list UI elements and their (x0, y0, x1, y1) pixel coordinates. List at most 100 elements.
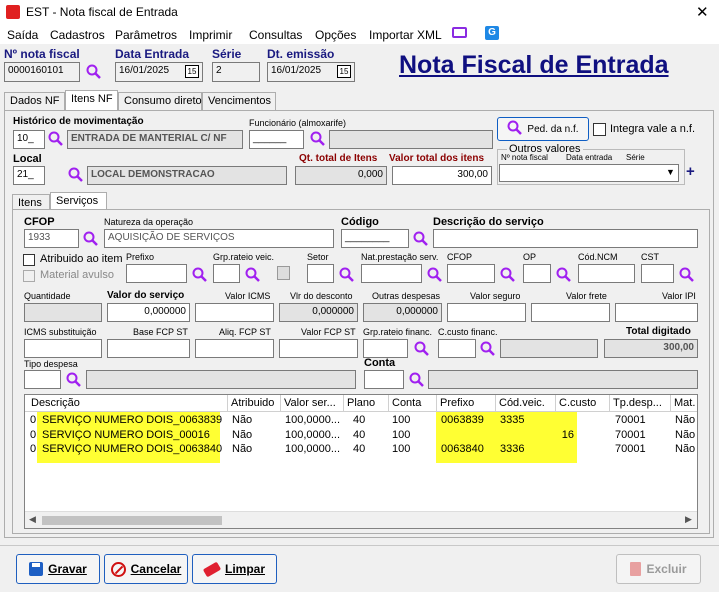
valor-fcp-input[interactable] (279, 339, 358, 358)
grp-rateio-input[interactable] (213, 264, 240, 283)
col-valor[interactable]: Valor ser... (281, 395, 344, 412)
cst-input[interactable] (641, 264, 674, 283)
cell-plano: 40 (353, 414, 366, 426)
app-icon (6, 5, 20, 19)
prefixo-label: Prefixo (126, 252, 155, 262)
natprest-search-icon[interactable] (427, 267, 442, 282)
horizontal-scrollbar[interactable]: ◀ ▶ (25, 511, 697, 528)
prefixo-input[interactable] (126, 264, 187, 283)
menu-parametros[interactable]: Parâmetros (115, 28, 177, 42)
monitor-icon[interactable] (452, 27, 467, 38)
setor-search-icon[interactable] (339, 267, 354, 282)
outros-nota-col: Nº nota fiscal (501, 153, 548, 162)
col-conta[interactable]: Conta (389, 395, 437, 412)
col-descricao[interactable]: Descrição (25, 395, 228, 412)
setor-input[interactable] (307, 264, 334, 283)
ccusto-financ-input[interactable] (438, 339, 476, 358)
valor-icms-input[interactable] (195, 303, 274, 322)
cancelar-button[interactable]: Cancelar (104, 554, 188, 584)
menu-cadastros[interactable]: Cadastros (50, 28, 105, 42)
op-search-icon[interactable] (556, 267, 571, 282)
hist-search-icon[interactable] (48, 131, 63, 146)
atribuido-checkbox[interactable] (23, 254, 35, 266)
chevron-down-icon[interactable]: ▼ (666, 167, 675, 177)
base-fcp-input[interactable] (107, 339, 190, 358)
col-tpdesp[interactable]: Tp.desp... (610, 395, 671, 412)
ped-nf-button[interactable]: Ped. da n.f. (497, 117, 589, 141)
valor-seguro-input[interactable] (447, 303, 526, 322)
calendar-icon[interactable]: 15 (185, 65, 199, 78)
menu-importar-xml[interactable]: Importar XML (369, 28, 442, 42)
col-plano[interactable]: Plano (344, 395, 389, 412)
cfop2-input[interactable] (447, 264, 495, 283)
descricao-input[interactable] (433, 229, 698, 248)
cfop2-search-icon[interactable] (500, 267, 515, 282)
outros-valores-select[interactable] (499, 164, 679, 182)
integra-checkbox[interactable] (593, 123, 606, 136)
ccusto-financ-search-icon[interactable] (480, 341, 495, 356)
close-icon[interactable]: ✕ (696, 3, 709, 21)
tipo-despesa-search-icon[interactable] (66, 372, 81, 387)
app-g-icon[interactable]: G (485, 26, 499, 40)
grp-financ-input[interactable] (363, 339, 408, 358)
ncm-input[interactable] (578, 264, 635, 283)
func-label: Funcionário (almoxarife) (249, 118, 347, 128)
valor-ipi-input[interactable] (615, 303, 698, 322)
cst-search-icon[interactable] (679, 267, 694, 282)
desconto-label: Vlr do desconto (290, 291, 353, 301)
scroll-right-icon[interactable]: ▶ (685, 514, 692, 525)
menu-saida[interactable]: Saída (7, 28, 38, 42)
col-ccusto[interactable]: C.custo (556, 395, 610, 412)
aliq-fcp-input[interactable] (195, 339, 274, 358)
col-atribuido[interactable]: Atribuido (228, 395, 281, 412)
codigo-search-icon[interactable] (413, 231, 428, 246)
outras-despesas-label: Outras despesas (372, 291, 441, 301)
calendar-icon[interactable]: 15 (337, 65, 351, 78)
menu-opcoes[interactable]: Opções (315, 28, 356, 42)
gravar-button[interactable]: Gravar (16, 554, 100, 584)
conta-input[interactable] (364, 370, 404, 389)
cell-tpdesp: 70001 (615, 443, 646, 455)
copy-icon[interactable] (277, 266, 290, 280)
op-input[interactable] (523, 264, 551, 283)
local-search-icon[interactable] (68, 167, 83, 182)
natprest-input[interactable] (361, 264, 422, 283)
icms-sub-input[interactable] (24, 339, 102, 358)
servicos-table[interactable]: Descrição Atribuido Valor ser... Plano C… (24, 394, 698, 529)
func-search-icon[interactable] (310, 131, 325, 146)
scroll-left-icon[interactable]: ◀ (29, 514, 36, 525)
valor-servico-input[interactable]: 0,000000 (107, 303, 190, 322)
grp-financ-search-icon[interactable] (414, 341, 429, 356)
local-code-input[interactable]: 21_ (13, 166, 45, 185)
tab-consumo-direto[interactable]: Consumo direto (118, 92, 202, 110)
cfop-search-icon[interactable] (83, 231, 98, 246)
valor-frete-input[interactable] (531, 303, 610, 322)
excluir-button[interactable]: Excluir (616, 554, 701, 584)
conta-search-icon[interactable] (409, 372, 424, 387)
prefixo-search-icon[interactable] (192, 267, 207, 282)
cell-prefixo: 0063839 (441, 414, 484, 426)
cfop-input[interactable]: 1933 (24, 229, 79, 248)
col-prefixo[interactable]: Prefixo (437, 395, 496, 412)
nota-input[interactable]: 0000160101 (4, 62, 80, 82)
func-code-input[interactable]: ______ (249, 130, 304, 149)
menu-imprimir[interactable]: Imprimir (189, 28, 232, 42)
serie-input[interactable]: 2 (212, 62, 260, 82)
menu-consultas[interactable]: Consultas (249, 28, 302, 42)
cell-prefixo: 0063840 (441, 443, 484, 455)
col-mat[interactable]: Mat. (671, 395, 697, 412)
codigo-input[interactable]: ________ (341, 229, 409, 248)
tab-dados-nf[interactable]: Dados NF (4, 92, 65, 110)
grp-rateio-search-icon[interactable] (245, 267, 260, 282)
integra-label: Integra vale a n.f. (610, 123, 695, 135)
limpar-button[interactable]: Limpar (192, 554, 277, 584)
scroll-thumb[interactable] (42, 516, 222, 525)
tab-itens-nf[interactable]: Itens NF (65, 90, 118, 110)
col-codveic[interactable]: Cód.veic. (496, 395, 556, 412)
tab-vencimentos[interactable]: Vencimentos (202, 92, 276, 110)
add-icon[interactable]: + (686, 163, 695, 180)
cell-tpdesp: 70001 (615, 429, 646, 441)
nota-search-icon[interactable] (86, 64, 101, 79)
tipo-despesa-input[interactable] (24, 370, 61, 389)
hist-code-input[interactable]: 10_ (13, 130, 45, 149)
